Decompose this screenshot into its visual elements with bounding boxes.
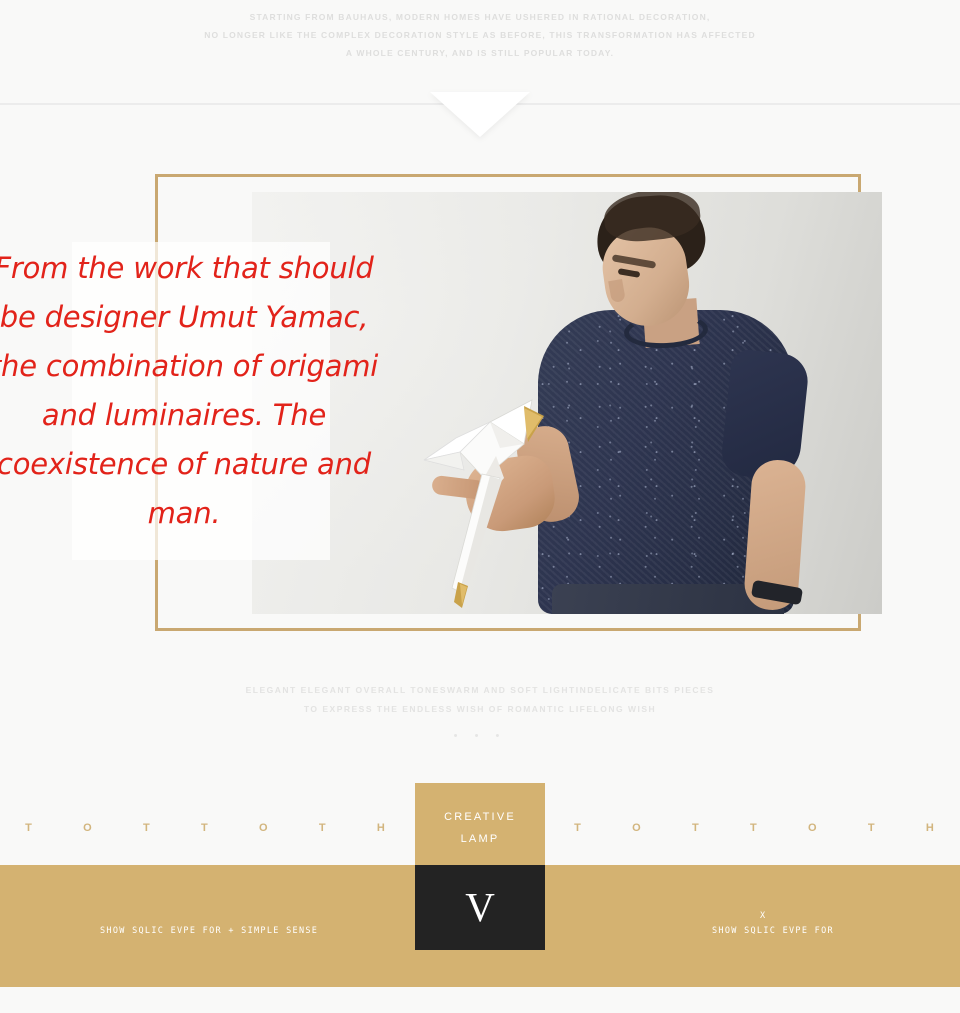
letter-strip-char: T: [574, 822, 582, 834]
creative-lamp-card[interactable]: CREATIVE LAMP: [415, 783, 545, 865]
letter-strip-left: T O T T O T H: [0, 817, 415, 839]
footer-mark-x: X: [760, 911, 767, 921]
letter-strip-char: T: [750, 822, 758, 834]
sub-caption-line-1: ELEGANT ELEGANT OVERALL TONESWARM AND SO…: [245, 685, 715, 695]
brand-mark-letter: V: [465, 884, 495, 930]
intro-line-2: NO LONGER LIKE THE COMPLEX DECORATION ST…: [204, 30, 756, 40]
footer-text-left: SHOW SQLIC EVPE FOR + SIMPLE SENSE: [100, 926, 319, 936]
letter-strip-char: T: [692, 822, 700, 834]
footer-text-right: SHOW SQLIC EVPE FOR: [712, 926, 834, 936]
intro-paragraph: STARTING FROM BAUHAUS, MODERN HOMES HAVE…: [0, 8, 960, 62]
creative-lamp-line-2: LAMP: [460, 833, 500, 845]
letter-strip-char: O: [808, 822, 818, 834]
letter-strip-char: T: [143, 822, 151, 834]
intro-line-3: A WHOLE CENTURY, AND IS STILL POPULAR TO…: [345, 48, 615, 58]
creative-lamp-line-1: CREATIVE: [444, 811, 516, 823]
dots-separator: • • •: [453, 730, 507, 742]
letter-strip-char: O: [83, 822, 93, 834]
promo-page: STARTING FROM BAUHAUS, MODERN HOMES HAVE…: [0, 0, 960, 1013]
intro-line-1: STARTING FROM BAUHAUS, MODERN HOMES HAVE…: [249, 12, 711, 22]
letter-strip-right: T O T T O T H: [545, 817, 960, 839]
letter-strip-char: O: [632, 822, 642, 834]
brand-mark-card[interactable]: V: [415, 865, 545, 950]
letter-strip-char: T: [25, 822, 33, 834]
letter-strip-char: H: [376, 822, 386, 834]
chevron-down-icon: [430, 92, 530, 137]
sub-caption-line-2: TO EXPRESS THE ENDLESS WISH OF ROMANTIC …: [303, 704, 657, 714]
quote-text: From the work that should be designer Um…: [0, 251, 379, 530]
letter-strip-char: O: [259, 822, 269, 834]
letter-strip-char: T: [867, 822, 876, 834]
origami-bird-lamp-icon: [423, 399, 544, 608]
letter-strip-char: H: [925, 822, 935, 834]
letter-strip-char: T: [318, 822, 327, 834]
sub-caption: ELEGANT ELEGANT OVERALL TONESWARM AND SO…: [0, 681, 960, 719]
letter-strip-char: T: [201, 822, 209, 834]
